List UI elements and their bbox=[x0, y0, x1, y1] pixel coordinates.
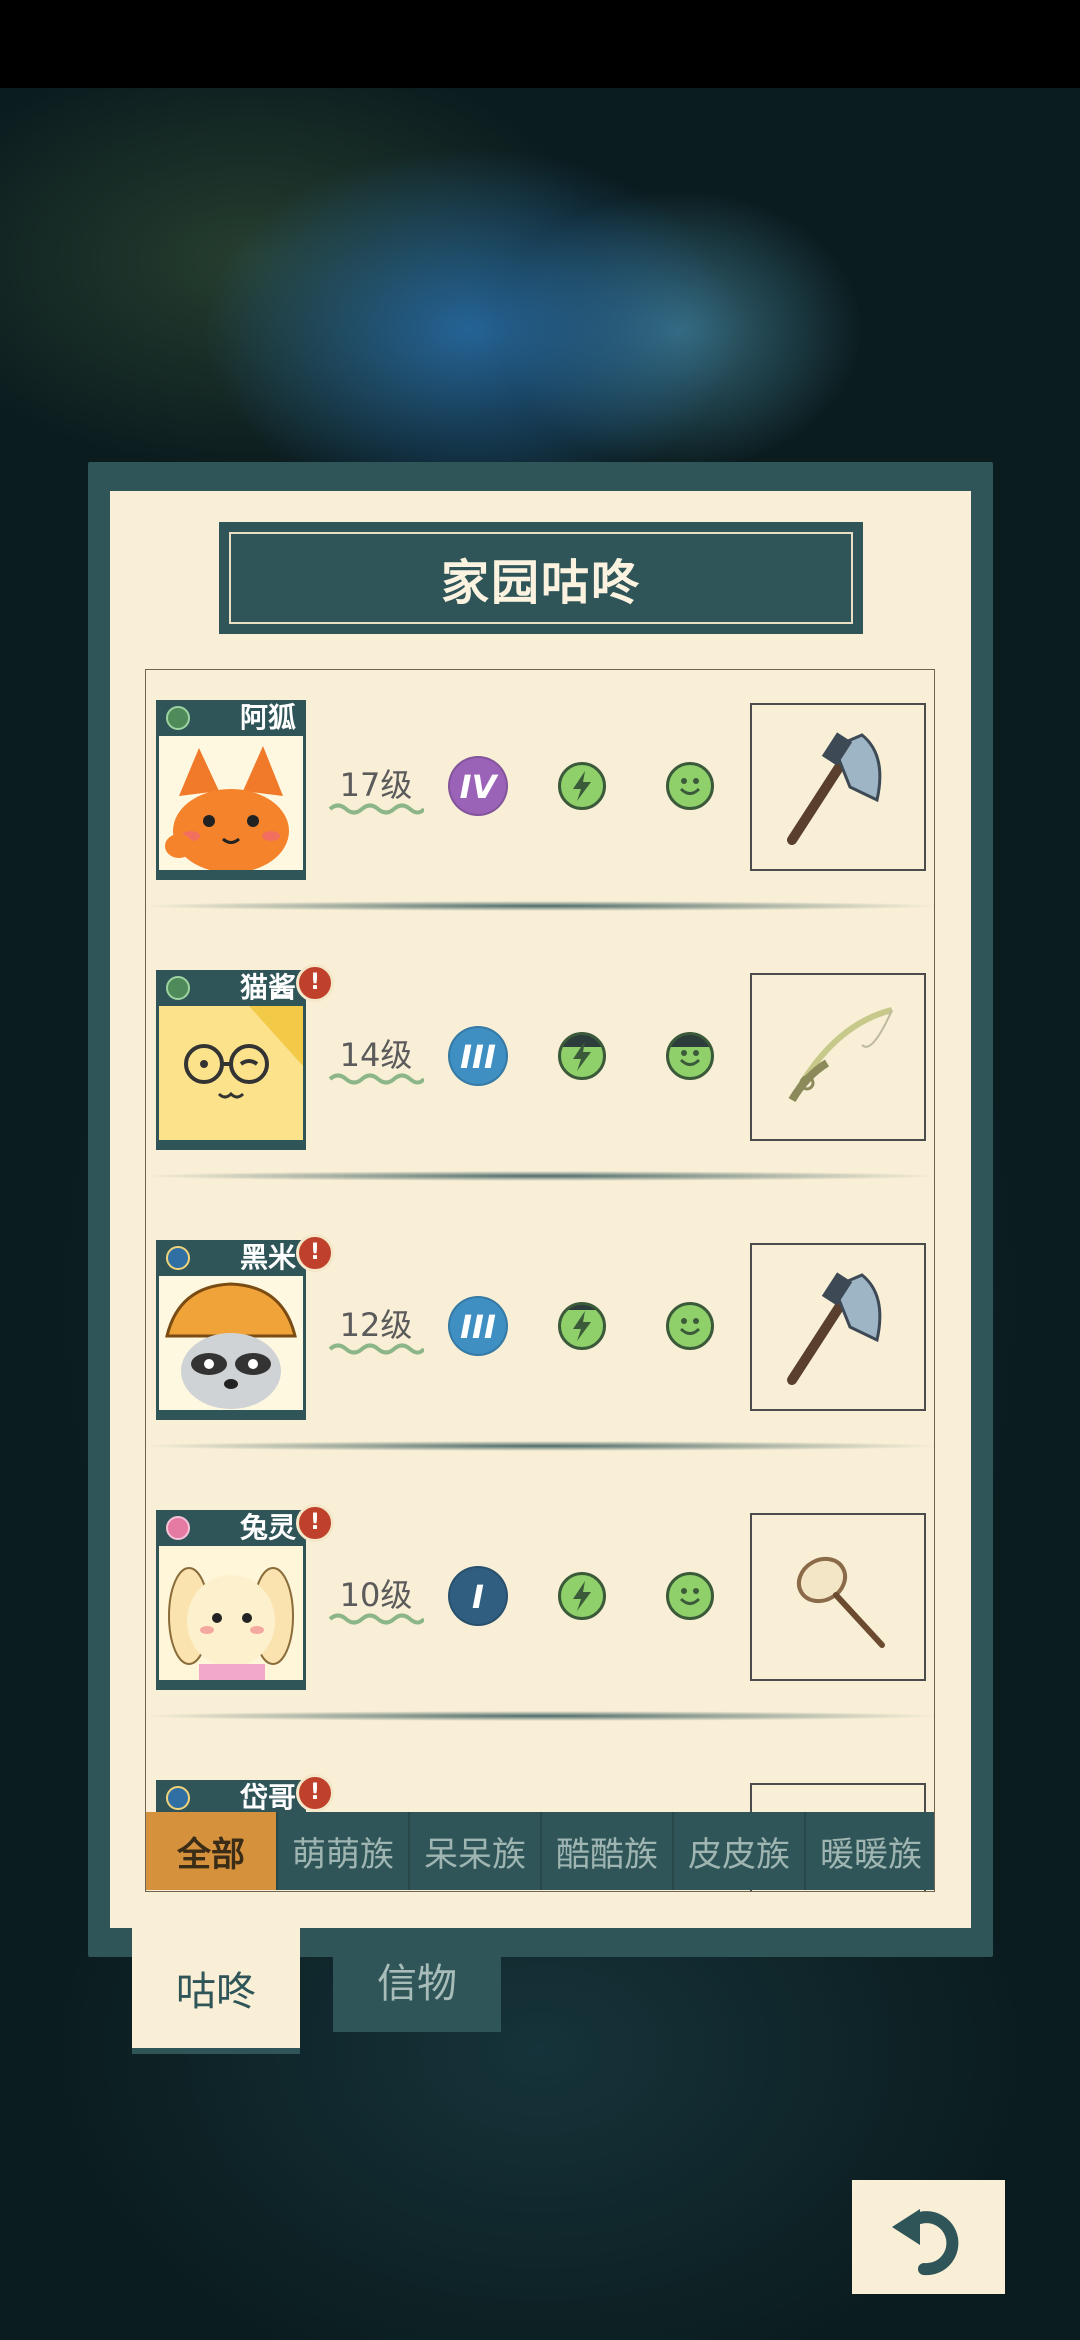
tab-kuku[interactable]: 酷酷族 bbox=[542, 1812, 674, 1890]
undo-arrow-icon bbox=[891, 2209, 958, 2276]
smiley-icon bbox=[666, 1032, 714, 1080]
smiley-icon bbox=[666, 762, 714, 810]
rabbit-portrait bbox=[156, 1546, 306, 1680]
tab-mengmeng[interactable]: 萌萌族 bbox=[278, 1812, 410, 1890]
tab-pipi[interactable]: 皮皮族 bbox=[674, 1812, 806, 1890]
page-title: 家园咕咚 bbox=[229, 532, 853, 624]
tab-nuannuan[interactable]: 暖暖族 bbox=[806, 1812, 934, 1890]
axe-icon[interactable] bbox=[750, 703, 926, 871]
moon-icon bbox=[166, 1246, 190, 1270]
list-item[interactable]: 猫酱 ! 14级 III bbox=[146, 940, 934, 1210]
bug-net-icon[interactable] bbox=[750, 1513, 926, 1681]
squiggle-decoration bbox=[328, 1343, 424, 1355]
level-label: 12级 bbox=[339, 1306, 413, 1344]
energy-icon bbox=[558, 1302, 606, 1350]
avatar[interactable]: 黑米 ! bbox=[156, 1234, 334, 1420]
energy-icon bbox=[558, 1032, 606, 1080]
raccoon-portrait bbox=[156, 1276, 306, 1410]
squiggle-decoration bbox=[328, 1073, 424, 1085]
tab-xinwu[interactable]: 信物 bbox=[333, 1928, 501, 2032]
alert-badge: ! bbox=[296, 1774, 334, 1812]
character-name: 岱哥 bbox=[239, 1781, 296, 1814]
filter-tabs: 全部 萌萌族 呆呆族 酷酷族 皮皮族 暖暖族 bbox=[146, 1812, 934, 1890]
leaf-icon bbox=[166, 976, 190, 1000]
smiley-icon bbox=[666, 1572, 714, 1620]
list-item[interactable]: 兔灵 ! 10级 I bbox=[146, 1480, 934, 1750]
fishing-rod-icon[interactable] bbox=[750, 973, 926, 1141]
character-name: 阿狐 bbox=[239, 701, 296, 734]
heart-icon bbox=[166, 1516, 190, 1540]
tab-all[interactable]: 全部 bbox=[146, 1812, 278, 1890]
squiggle-decoration bbox=[328, 803, 424, 815]
list-item[interactable]: 黑米 ! 12级 III bbox=[146, 1210, 934, 1480]
alert-badge: ! bbox=[296, 1504, 334, 1542]
row-divider bbox=[146, 900, 934, 912]
avatar[interactable]: 猫酱 ! bbox=[156, 964, 334, 1150]
status-bar bbox=[0, 0, 1080, 88]
smiley-icon bbox=[666, 1302, 714, 1350]
level-label: 17级 bbox=[339, 766, 413, 804]
title-banner: 家园咕咚 bbox=[219, 522, 863, 634]
row-divider bbox=[146, 1710, 934, 1722]
leaf-icon bbox=[166, 706, 190, 730]
cat-portrait bbox=[156, 1006, 306, 1140]
squiggle-decoration bbox=[328, 1613, 424, 1625]
rank-badge: III bbox=[448, 1296, 508, 1356]
axe-icon[interactable] bbox=[750, 1243, 926, 1411]
character-name: 黑米 bbox=[239, 1241, 296, 1274]
level-label: 14级 bbox=[339, 1036, 413, 1074]
character-name: 猫酱 bbox=[239, 971, 296, 1004]
list-item[interactable]: 阿狐 17级 IV bbox=[146, 670, 934, 940]
tab-gudong[interactable]: 咕咚 bbox=[132, 1928, 300, 2054]
row-divider bbox=[146, 1440, 934, 1452]
character-list[interactable]: 阿狐 17级 IV 猫酱 ! 14级 III 黑米 ! 12级 III 兔灵 !… bbox=[145, 669, 935, 1892]
level-label: 10级 bbox=[339, 1576, 413, 1614]
avatar[interactable]: 阿狐 bbox=[156, 700, 306, 880]
tab-daidai[interactable]: 呆呆族 bbox=[410, 1812, 542, 1890]
rank-badge: I bbox=[448, 1566, 508, 1626]
rank-badge: IV bbox=[448, 756, 508, 816]
energy-icon bbox=[558, 1572, 606, 1620]
fox-portrait bbox=[156, 736, 306, 870]
energy-icon bbox=[558, 762, 606, 810]
moon-icon bbox=[166, 1786, 190, 1810]
rank-badge: III bbox=[448, 1026, 508, 1086]
back-button[interactable] bbox=[852, 2180, 1005, 2294]
alert-badge: ! bbox=[296, 964, 334, 1002]
row-divider bbox=[146, 1170, 934, 1182]
avatar[interactable]: 兔灵 ! bbox=[156, 1504, 334, 1690]
character-name: 兔灵 bbox=[239, 1511, 296, 1544]
alert-badge: ! bbox=[296, 1234, 334, 1272]
